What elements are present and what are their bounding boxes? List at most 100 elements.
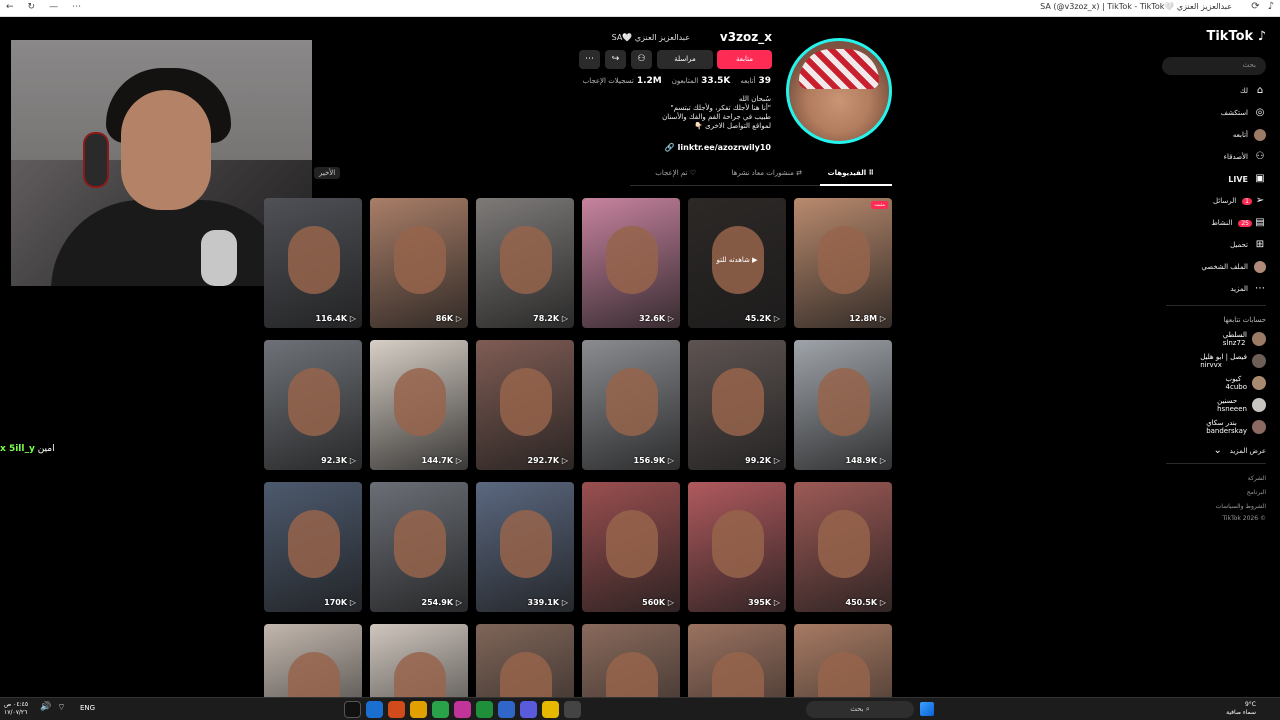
- video-card[interactable]: ▶ شاهدته للتو 45.2K ▷: [688, 198, 786, 328]
- video-card[interactable]: 560K ▷: [582, 482, 680, 612]
- play-icon: ▷: [453, 314, 462, 323]
- pinned-badge: مثبت: [871, 201, 888, 209]
- video-card[interactable]: 170K ▷: [264, 482, 362, 612]
- video-card[interactable]: 86K ▷: [370, 198, 468, 328]
- language-indicator[interactable]: ENG: [80, 704, 95, 712]
- activity-badge: 25: [1238, 219, 1252, 227]
- sidebar-item-upload[interactable]: ⊞ تحميل: [1230, 239, 1266, 251]
- tiktok-logo[interactable]: ♪ TikTok: [1206, 29, 1266, 44]
- video-card[interactable]: 78.2K ▷: [476, 198, 574, 328]
- teams-app-icon[interactable]: [520, 701, 537, 718]
- video-card[interactable]: 156.9K ▷: [582, 340, 680, 470]
- tab-liked[interactable]: ♡ تم الإعجاب: [655, 169, 696, 177]
- firefox-app-icon[interactable]: [388, 701, 405, 718]
- show-more-button[interactable]: عرض المزيد ⌄: [1212, 445, 1266, 457]
- sidebar-item-live[interactable]: ▣ LIVE: [1228, 173, 1266, 185]
- steam-app-icon[interactable]: [366, 701, 383, 718]
- wifi-icon[interactable]: ⌔: [57, 702, 65, 713]
- stat-following[interactable]: 39أتابعه: [740, 76, 771, 86]
- browser-window-controls[interactable]: ← ↻ — ⋯: [6, 2, 81, 12]
- browser-tab-title[interactable]: عبدالعزيز العنزي 🤍SA (@v3zoz_x) | TikTok…: [1040, 2, 1232, 11]
- video-card[interactable]: 148.9K ▷: [794, 340, 892, 470]
- system-tray[interactable]: 🔊 ⌔: [40, 702, 66, 713]
- file-explorer-icon[interactable]: [542, 701, 559, 718]
- play-icon: ▷: [771, 456, 780, 465]
- video-card[interactable]: 254.9K ▷: [370, 482, 468, 612]
- messages-badge: 1: [1242, 197, 1252, 205]
- video-card[interactable]: 144.7K ▷: [370, 340, 468, 470]
- following-account[interactable]: بندر سكاي banderskay: [1206, 419, 1266, 435]
- follow-button[interactable]: متابعة: [717, 50, 772, 69]
- profile-username: v3zoz_x: [719, 30, 772, 44]
- search-input[interactable]: بحث: [1162, 57, 1266, 75]
- following-account[interactable]: السلطي slnz72: [1223, 331, 1266, 347]
- video-card[interactable]: 292.7K ▷: [476, 340, 574, 470]
- message-button[interactable]: مراسلة: [657, 50, 713, 69]
- avatar: [1252, 376, 1266, 390]
- footer-copyright: © 2026 TikTok: [1222, 515, 1266, 522]
- play-icon: ▷: [665, 598, 674, 607]
- profile-avatar[interactable]: [786, 38, 892, 144]
- spotify-app-icon[interactable]: [476, 701, 493, 718]
- share-button[interactable]: ↪: [605, 50, 626, 69]
- back-icon[interactable]: ←: [6, 2, 14, 12]
- sidebar-item-explore[interactable]: ◎ استكشف: [1221, 107, 1266, 119]
- video-card[interactable]: 92.3K ▷: [264, 340, 362, 470]
- video-card[interactable]: 116.4K ▷: [264, 198, 362, 328]
- search-icon: ⌕: [865, 705, 870, 713]
- play-icon: ▷: [771, 314, 780, 323]
- tiktok-app-icon[interactable]: [344, 701, 361, 718]
- sidebar-item-activity[interactable]: ▤ 25 النشاط: [1211, 217, 1266, 229]
- taskbar-clock[interactable]: ٠٤:٤٥ ص ١٧/٠٧/٢٦: [4, 701, 28, 717]
- sidebar-item-more[interactable]: ⋯ المزيد: [1230, 283, 1266, 295]
- sidebar-item-messages[interactable]: ➢ 1 الرسائل: [1213, 195, 1266, 207]
- instagram-app-icon[interactable]: [454, 701, 471, 718]
- video-card[interactable]: 395K ▷: [688, 482, 786, 612]
- taskbar-search-input[interactable]: ⌕ بحث: [806, 701, 914, 718]
- following-account[interactable]: كيوب 4cubo: [1226, 375, 1266, 391]
- video-card[interactable]: 99.2K ▷: [688, 340, 786, 470]
- tab-reposts[interactable]: ⇄ منشورات معاد نشرها: [732, 169, 802, 177]
- volume-icon[interactable]: 🔊: [40, 702, 51, 713]
- active-tab-indicator: [820, 184, 892, 186]
- play-icon: ▷: [559, 456, 568, 465]
- footer-link-terms[interactable]: الشروط والسياسات: [1216, 503, 1266, 510]
- menu-dots-icon[interactable]: ⋯: [72, 2, 81, 12]
- grid-icon: ⠿: [868, 169, 874, 177]
- tab-videos[interactable]: ⠿ الفيديوهات: [828, 169, 874, 177]
- sidebar-item-following[interactable]: أتابعه: [1233, 129, 1266, 141]
- edge-app-icon[interactable]: [498, 701, 515, 718]
- video-card[interactable]: 339.1K ▷: [476, 482, 574, 612]
- following-account[interactable]: حسنين hsneeen: [1217, 397, 1266, 413]
- add-friend-icon: ⚇: [637, 54, 646, 64]
- video-card[interactable]: 450.5K ▷: [794, 482, 892, 612]
- suggest-accounts-button[interactable]: ⚇: [631, 50, 652, 69]
- sidebar-item-foryou[interactable]: ⌂ لك: [1240, 85, 1266, 97]
- windows-start-button[interactable]: [920, 702, 934, 716]
- footer-link-company[interactable]: الشركة: [1248, 475, 1266, 482]
- repost-icon: ⇄: [796, 169, 802, 177]
- video-card[interactable]: 32.6K ▷: [582, 198, 680, 328]
- sidebar-item-profile[interactable]: الملف الشخصي: [1201, 261, 1266, 273]
- following-account[interactable]: فيصل | ابو هليل nirvvx: [1200, 353, 1266, 369]
- profile-link[interactable]: 🔗 linktr.ee/azozrwily10: [665, 143, 771, 152]
- chrome-app-icon[interactable]: [410, 701, 427, 718]
- share-icon: ↪: [611, 54, 620, 64]
- settings-icon[interactable]: [564, 701, 581, 718]
- minimize-icon[interactable]: —: [49, 2, 58, 12]
- more-options-button[interactable]: ⋯: [579, 50, 600, 69]
- reload-icon[interactable]: ↻: [28, 2, 36, 12]
- stat-likes: 1.2Mتسجيلات الإعجاب: [582, 76, 662, 86]
- sidebar: ♪ TikTok بحث ⌂ لك ◎ استكشف أتابعه ⚇ الأصدقا…: [1162, 17, 1280, 697]
- video-card[interactable]: مثبت 12.8M ▷: [794, 198, 892, 328]
- refresh-icon[interactable]: ⟳: [1251, 1, 1259, 12]
- sidebar-item-friends[interactable]: ⚇ الأصدقاء: [1224, 151, 1266, 163]
- video-thumbnail: [394, 510, 446, 578]
- xbox-app-icon[interactable]: [432, 701, 449, 718]
- video-thumbnail: [606, 510, 658, 578]
- video-thumbnail: [818, 368, 870, 436]
- weather-widget[interactable]: 9°C سماء صافية: [1226, 701, 1256, 717]
- chat-username: x 5ill_y: [0, 444, 35, 454]
- stat-followers[interactable]: 33.5Kالمتابعون: [672, 76, 731, 86]
- footer-link-program[interactable]: البرنامج: [1247, 489, 1266, 496]
